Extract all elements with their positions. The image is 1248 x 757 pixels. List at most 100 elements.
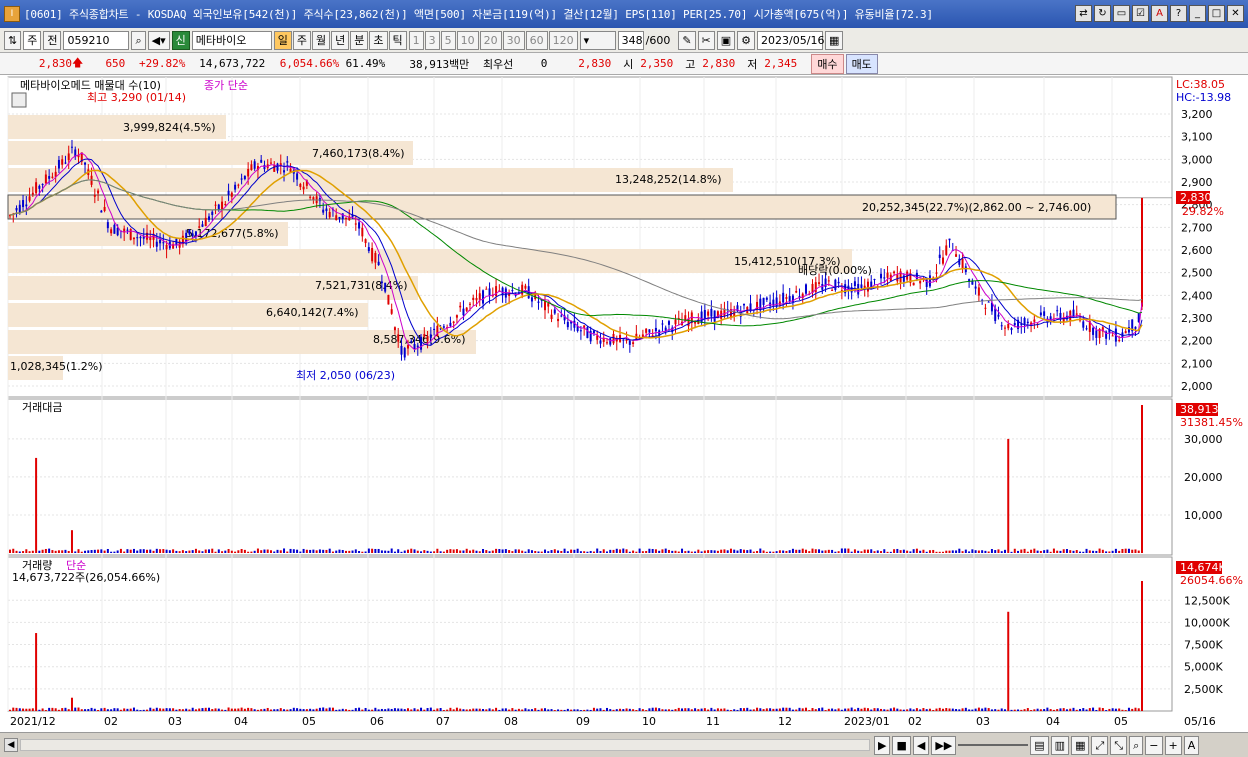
minute-unit-button[interactable]: 30 bbox=[502, 30, 525, 50]
layout2-icon[interactable]: ▥ bbox=[1050, 735, 1070, 755]
interval-button[interactable]: 년 bbox=[331, 30, 350, 50]
chart-tool-icon[interactable]: ✎ bbox=[678, 30, 696, 50]
stock-code-input[interactable]: 059210 bbox=[63, 30, 130, 50]
period-select[interactable]: 주 bbox=[23, 30, 42, 50]
x-axis-label: 05 bbox=[1114, 715, 1128, 728]
help-icon[interactable]: ? bbox=[1170, 5, 1187, 22]
window-icon[interactable]: ▭ bbox=[1113, 5, 1130, 22]
volume-bar bbox=[1111, 708, 1114, 711]
minute-unit-button[interactable]: 20 bbox=[479, 30, 502, 50]
candle-body bbox=[743, 303, 746, 306]
interval-button[interactable]: 분 bbox=[350, 30, 369, 50]
amount-bar bbox=[831, 549, 834, 553]
amount-bar bbox=[204, 549, 207, 553]
grid-toggle-icon[interactable] bbox=[11, 92, 27, 108]
volume-bar bbox=[1039, 709, 1042, 711]
interval-button[interactable]: 틱 bbox=[388, 30, 407, 50]
buy-button[interactable]: 매수 bbox=[811, 53, 844, 74]
volume-bar bbox=[896, 708, 899, 711]
candle-body bbox=[599, 340, 602, 344]
minute-unit-button[interactable]: 10 bbox=[456, 30, 479, 50]
chart-area[interactable]: 1,028,345(1.2%) 8,587,346(9.6%) 6,640,142(… bbox=[0, 75, 1248, 732]
minute-unit-button[interactable]: 3 bbox=[424, 30, 440, 50]
save-icon[interactable]: ▣ bbox=[716, 30, 736, 50]
zoom-out-icon[interactable]: − bbox=[1145, 735, 1163, 755]
app-icon: I bbox=[4, 6, 20, 22]
candle-body bbox=[586, 327, 589, 339]
volume-bar bbox=[1069, 708, 1072, 711]
amount-bar bbox=[889, 551, 892, 553]
interval-button[interactable]: 일 bbox=[273, 30, 292, 50]
minute-unit-button[interactable]: 1 bbox=[408, 30, 424, 50]
link-icon[interactable]: ⇄ bbox=[1075, 5, 1092, 22]
volume-bar bbox=[103, 707, 106, 711]
interval-button[interactable]: 월 bbox=[312, 30, 331, 50]
zoom-icon[interactable]: ⌕ bbox=[1129, 735, 1144, 755]
interval-button[interactable]: 주 bbox=[292, 30, 311, 50]
new-listing-badge: 신 bbox=[171, 30, 190, 50]
amount-bar bbox=[478, 551, 481, 553]
count-input[interactable]: 348 bbox=[617, 30, 644, 50]
shrink-icon[interactable]: ⤡ bbox=[1110, 735, 1128, 755]
settings-icon[interactable]: ⚙ bbox=[737, 30, 756, 50]
amount-bar bbox=[749, 549, 752, 553]
font-size-icon[interactable]: A bbox=[1183, 735, 1200, 755]
interval-dropdown[interactable]: ▾ bbox=[579, 30, 616, 50]
volume-bar bbox=[749, 709, 752, 711]
interval-button[interactable]: 초 bbox=[369, 30, 388, 50]
volume-bar bbox=[472, 708, 475, 711]
checkbox-icon[interactable]: ☑ bbox=[1132, 5, 1149, 22]
fast-forward-icon[interactable]: ▶▶ bbox=[931, 735, 957, 755]
amount-bar bbox=[942, 551, 945, 553]
volume-bar bbox=[57, 709, 60, 711]
scroll-track[interactable] bbox=[20, 739, 870, 751]
price-y-tick: 2,000 bbox=[1181, 380, 1213, 393]
minute-unit-button[interactable]: 5 bbox=[440, 30, 456, 50]
sell-button[interactable]: 매도 bbox=[845, 53, 878, 74]
expand-icon[interactable]: ⤢ bbox=[1091, 735, 1109, 755]
layout3-icon[interactable]: ▦ bbox=[1071, 735, 1090, 755]
search-icon[interactable]: ⌕ bbox=[131, 30, 146, 50]
volume-profile-label: 3,999,824(4.5%) bbox=[123, 121, 216, 134]
stock-icon[interactable]: ⇅ bbox=[4, 30, 22, 50]
refresh-icon[interactable]: ↻ bbox=[1094, 5, 1111, 22]
scroll-bar[interactable]: ◀ ▶ ■ ◀ ▶▶ ▤ ▥ ▦ ⤢ ⤡ ⌕ − + A bbox=[0, 732, 1248, 757]
volume-bar bbox=[752, 709, 755, 711]
speed-slider[interactable] bbox=[958, 736, 1029, 746]
volume-bar bbox=[442, 710, 445, 711]
scroll-left-icon[interactable]: ◀ bbox=[4, 738, 18, 752]
amount-bar bbox=[798, 549, 801, 553]
price-chart-svg[interactable]: 1,028,345(1.2%)8,587,346(9.6%)6,640,142(… bbox=[0, 75, 1248, 732]
minute-unit-button[interactable]: 60 bbox=[525, 30, 548, 50]
x-axis: 2021/12 02 03 04 05 06 07 08 09 10 11 12 2023/01 02 03… bbox=[10, 715, 1128, 728]
volume-bar bbox=[625, 708, 628, 711]
maximize-button[interactable]: □ bbox=[1208, 5, 1225, 22]
play-icon[interactable]: ▶ bbox=[874, 735, 891, 755]
volume-bar bbox=[106, 709, 109, 711]
minimize-button[interactable]: _ bbox=[1189, 5, 1206, 22]
minute-unit-button[interactable]: 120 bbox=[548, 30, 578, 50]
prev-button[interactable]: 전 bbox=[43, 30, 62, 50]
volume-bar bbox=[194, 709, 197, 711]
zoom-in-icon[interactable]: + bbox=[1164, 735, 1182, 755]
compare-icon[interactable]: ✂ bbox=[697, 30, 715, 50]
amount-bar bbox=[909, 551, 912, 553]
layout-icon[interactable]: ▤ bbox=[1030, 735, 1049, 755]
candle-body bbox=[550, 314, 553, 320]
close-button[interactable]: ✕ bbox=[1227, 5, 1244, 22]
amount-bar bbox=[387, 550, 390, 553]
amount-bar bbox=[482, 549, 485, 553]
date-input[interactable]: 2023/05/16 bbox=[757, 30, 824, 50]
volume-bar bbox=[772, 708, 775, 711]
amount-bar bbox=[459, 550, 462, 553]
speaker-icon[interactable]: ◀▾ bbox=[147, 30, 170, 50]
volume-bar bbox=[658, 708, 661, 711]
font-icon[interactable]: A bbox=[1151, 5, 1168, 22]
volume-bar bbox=[840, 709, 843, 711]
candle-body bbox=[853, 281, 856, 287]
volume-bar bbox=[462, 709, 465, 711]
step-back-icon[interactable]: ◀ bbox=[912, 735, 930, 755]
calendar-icon[interactable]: ▦ bbox=[825, 30, 844, 50]
pause-icon[interactable]: ■ bbox=[892, 735, 911, 755]
candle-body bbox=[273, 165, 276, 172]
